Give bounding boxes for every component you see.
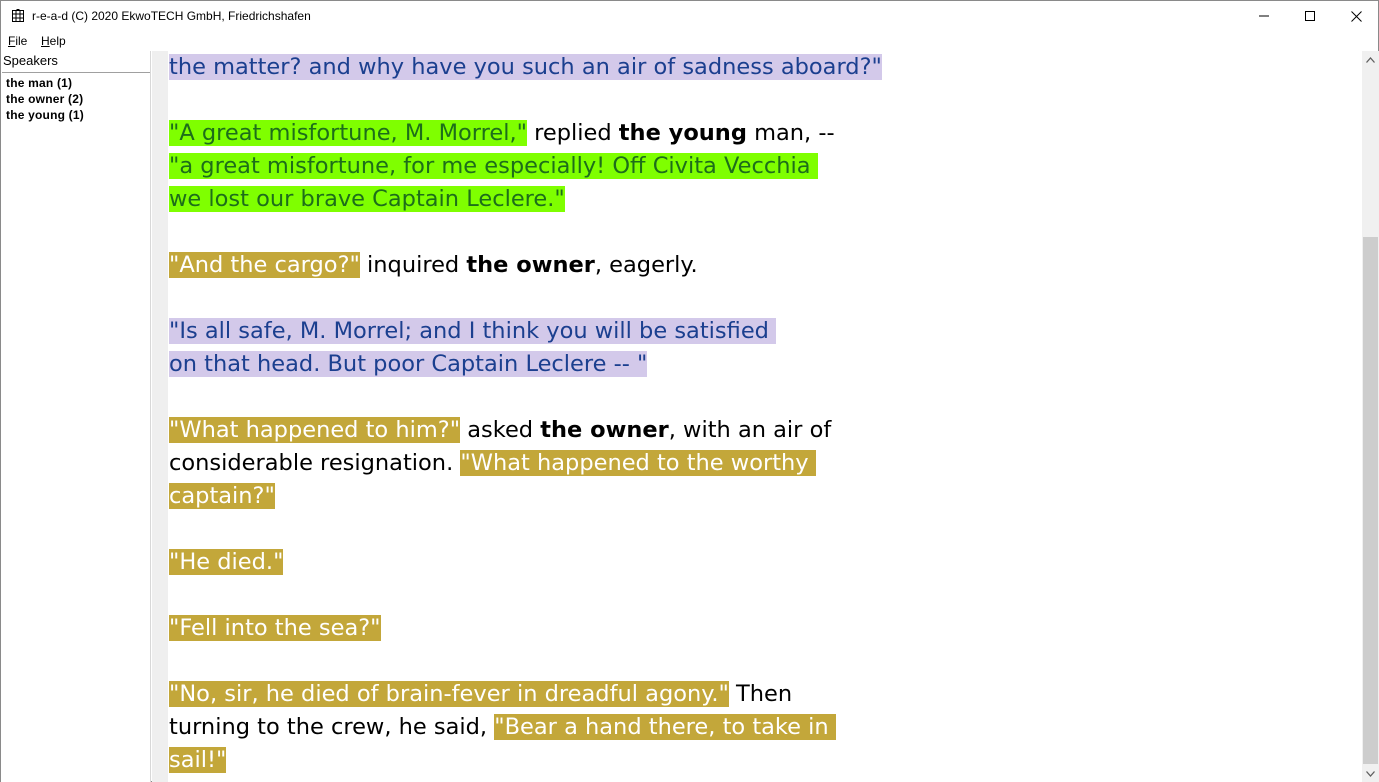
text-line: "Is all safe, M. Morrel; and I think you… <box>169 315 1169 348</box>
text-line: "No, sir, he died of brain-fever in drea… <box>169 678 1169 711</box>
text-line: turning to the crew, he said, "Bear a ha… <box>169 711 1169 744</box>
dialogue-speech: "Is all safe, M. Morrel; and I think you… <box>169 318 777 344</box>
document-text: the matter? and why have you such an air… <box>169 51 1169 777</box>
dialogue-speech: "And the cargo?" <box>169 252 360 278</box>
narration: considerable resignation. <box>169 450 461 476</box>
dialogue-speech: "He died." <box>169 549 284 575</box>
chevron-up-icon <box>1366 56 1375 63</box>
menu-help-mnemonic: H <box>41 34 50 48</box>
dialogue-speech: the matter? and why have you such an air… <box>169 54 882 80</box>
book-grid-icon <box>11 9 25 23</box>
text-line: "What happened to him?" asked the owner,… <box>169 414 1169 447</box>
dialogue-speech: "No, sir, he died of brain-fever in drea… <box>169 681 729 707</box>
menu-file-label: ile <box>15 34 28 48</box>
title-bar[interactable]: r-e-a-d (C) 2020 EkwoTECH GmbH, Friedric… <box>1 1 1378 31</box>
speaker-name: the young <box>618 120 747 146</box>
narration: man, -- <box>746 120 835 146</box>
window-title: r-e-a-d (C) 2020 EkwoTECH GmbH, Friedric… <box>32 9 311 23</box>
minimize-button[interactable] <box>1241 1 1287 31</box>
dialogue-speech: on that head. But poor Captain Leclere -… <box>169 351 648 377</box>
dialogue-speech: "Fell into the sea?" <box>169 615 381 641</box>
text-line: "Fell into the sea?" <box>169 612 1169 645</box>
app-window: r-e-a-d (C) 2020 EkwoTECH GmbH, Friedric… <box>0 0 1379 782</box>
speaker-item[interactable]: the young (1) <box>6 107 84 123</box>
scroll-thumb[interactable] <box>1363 237 1378 764</box>
maximize-button[interactable] <box>1287 1 1333 31</box>
menu-help-label: elp <box>49 34 66 48</box>
dialogue-speech: "What happened to him?" <box>169 417 461 443</box>
speaker-item[interactable]: the owner (2) <box>6 91 84 107</box>
text-line: "a great misfortune, for me especially! … <box>169 150 1169 183</box>
text-line: "A great misfortune, M. Morrel," replied… <box>169 117 1169 150</box>
speaker-item[interactable]: the man (1) <box>6 75 84 91</box>
close-icon <box>1350 10 1362 22</box>
scroll-down-button[interactable] <box>1362 765 1379 782</box>
narration: replied <box>526 120 619 146</box>
dialogue-speech: we lost our brave Captain Leclere." <box>169 186 565 212</box>
text-line: the matter? and why have you such an air… <box>169 51 1169 84</box>
close-button[interactable] <box>1333 1 1379 31</box>
vertical-scrollbar[interactable] <box>1362 51 1379 782</box>
text-line: captain?" <box>169 480 1169 513</box>
text-line: "And the cargo?" inquired the owner, eag… <box>169 249 1169 282</box>
text-line: "He died." <box>169 546 1169 579</box>
dialogue-speech: "Bear a hand there, to take in <box>494 714 836 740</box>
narration: Then <box>728 681 793 707</box>
text-line: sail!" <box>169 744 1169 777</box>
narration: asked <box>460 417 541 443</box>
narration: , eagerly. <box>594 252 698 278</box>
narration: , with an air of <box>668 417 832 443</box>
dialogue-speech: "a great misfortune, for me especially! … <box>169 153 818 179</box>
document-view[interactable]: the matter? and why have you such an air… <box>168 51 1362 782</box>
speaker-name: the owner <box>466 252 595 278</box>
menu-file[interactable]: File <box>8 34 27 48</box>
dialogue-speech: "What happened to the worthy <box>460 450 816 476</box>
text-line: on that head. But poor Captain Leclere -… <box>169 348 1169 381</box>
speakers-panel: Speakers the man (1) the owner (2) the y… <box>1 51 151 782</box>
speaker-list[interactable]: the man (1) the owner (2) the young (1) <box>6 75 84 123</box>
menu-bar: File Help <box>1 31 1378 51</box>
dialogue-speech: captain?" <box>169 483 275 509</box>
narration: inquired <box>359 252 467 278</box>
scroll-up-button[interactable] <box>1362 51 1379 68</box>
menu-help[interactable]: Help <box>41 34 66 48</box>
splitter[interactable] <box>152 51 168 782</box>
chevron-down-icon <box>1366 770 1375 777</box>
maximize-icon <box>1305 11 1315 21</box>
minimize-icon <box>1259 15 1269 17</box>
dialogue-speech: "A great misfortune, M. Morrel," <box>169 120 527 146</box>
text-line: considerable resignation. "What happened… <box>169 447 1169 480</box>
speaker-name: the owner <box>540 417 669 443</box>
narration: turning to the crew, he said, <box>169 714 495 740</box>
text-line: we lost our brave Captain Leclere." <box>169 183 1169 216</box>
speakers-header[interactable]: Speakers <box>2 53 150 73</box>
dialogue-speech: sail!" <box>169 747 227 773</box>
